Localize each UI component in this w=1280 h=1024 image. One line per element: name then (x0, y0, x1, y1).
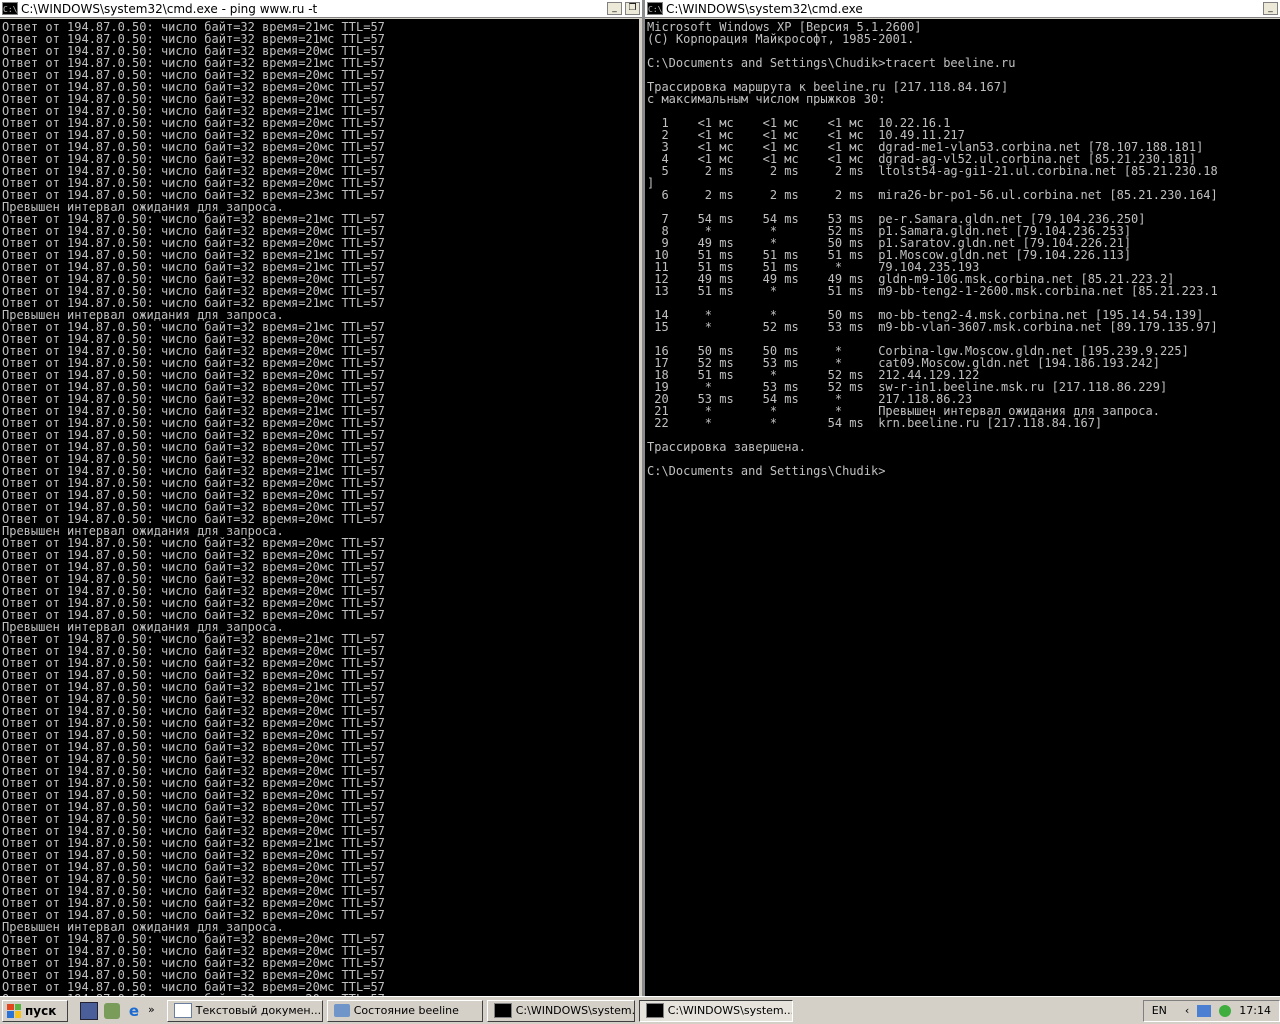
console-line: 6 2 ms 2 ms 2 ms mira26-br-po1-56.ul.cor… (647, 188, 1218, 202)
ping-console-scrollbar[interactable] (639, 19, 642, 996)
taskbar-task-label: Состояние beeline (353, 1004, 459, 1017)
quick-launch: e » (80, 1001, 155, 1020)
ping-console-output[interactable]: Ответ от 194.87.0.50: число байт=32 врем… (0, 19, 639, 996)
console-line: 5 2 ms 2 ms 2 ms ltolst54-ag-gi1-21.ul.c… (647, 164, 1218, 178)
minimize-button[interactable]: _ (607, 2, 622, 15)
console-line: 13 51 ms * 51 ms m9-bb-teng2-1-2600.msk.… (647, 284, 1218, 298)
taskbar-task-label: C:\WINDOWS\system... (667, 1004, 793, 1017)
console-line: (С) Корпорация Майкрософт, 1985-2001. (647, 32, 915, 46)
cmd-icon: C:\ (2, 2, 18, 15)
cmd-icon (493, 1003, 512, 1018)
restore-button[interactable]: ❐ (625, 2, 640, 15)
start-label: пуск (25, 1003, 57, 1018)
clock: 17:14 (1239, 1004, 1271, 1017)
task-list: Текстовый докумен... Состояние beeline C:\… (163, 999, 793, 1022)
network-icon (333, 1004, 350, 1017)
console-line: 22 * * 54 ms krn.beeline.ru [217.118.84.… (647, 416, 1103, 430)
console-line: 15 * 52 ms 53 ms m9-bb-vlan-3607.msk.cor… (647, 320, 1218, 334)
taskbar-task-label: C:\WINDOWS\system... (515, 1004, 635, 1017)
ping-console-window[interactable]: C:\ C:\WINDOWS\system32\cmd.exe - ping w… (0, 0, 645, 996)
taskbar-task-button[interactable]: Текстовый докумен... (166, 999, 323, 1022)
windows-flag-icon (7, 1003, 21, 1018)
start-button[interactable]: пуск (2, 999, 68, 1022)
explorer-icon[interactable] (104, 1002, 120, 1019)
tracert-window-titlebar[interactable]: C:\ C:\WINDOWS\system32\cmd.exe _ (645, 0, 1280, 18)
ping-window-title: C:\WINDOWS\system32\cmd.exe - ping www.r… (21, 1, 318, 16)
system-tray: EN ‹ 17:14 (1142, 999, 1280, 1022)
chevron-more-icon[interactable]: » (148, 1003, 155, 1019)
cmd-icon: C:\ (647, 2, 663, 15)
ping-window-titlebar[interactable]: C:\ C:\WINDOWS\system32\cmd.exe - ping w… (0, 0, 642, 18)
security-tray-icon[interactable] (1219, 1004, 1232, 1017)
taskbar-task-button[interactable]: C:\WINDOWS\system... (638, 999, 793, 1022)
document-icon (173, 1003, 192, 1018)
console-line: Трассировка завершена. (647, 440, 806, 454)
tracert-console-window[interactable]: C:\ C:\WINDOWS\system32\cmd.exe _ Micros… (645, 0, 1280, 996)
tracert-window-title: C:\WINDOWS\system32\cmd.exe (666, 1, 863, 16)
cmd-icon (645, 1003, 664, 1018)
tracert-console-output[interactable]: Microsoft Windows XP [Версия 5.1.2600] (С… (645, 19, 1280, 996)
ie-icon[interactable]: e (126, 1003, 142, 1019)
taskbar-task-button[interactable]: Состояние beeline (326, 999, 483, 1022)
console-line: C:\Documents and Settings\Chudik> (647, 464, 886, 478)
taskbar-task-button[interactable]: C:\WINDOWS\system... (486, 999, 635, 1022)
save-icon[interactable] (80, 1001, 98, 1020)
chevron-left-icon[interactable]: ‹ (1185, 1004, 1189, 1017)
console-line: с максимальным числом прыжков 30: (647, 92, 886, 106)
network-tray-icon[interactable] (1197, 1004, 1212, 1017)
language-indicator[interactable]: EN (1152, 1004, 1167, 1017)
taskbar-task-label: Текстовый докумен... (195, 1004, 322, 1017)
minimize-button[interactable]: _ (1263, 2, 1278, 15)
console-line: C:\Documents and Settings\Chudik>tracert… (647, 56, 1016, 70)
taskbar: пуск e » Текстовый докумен... Состояние b… (0, 996, 1280, 1024)
